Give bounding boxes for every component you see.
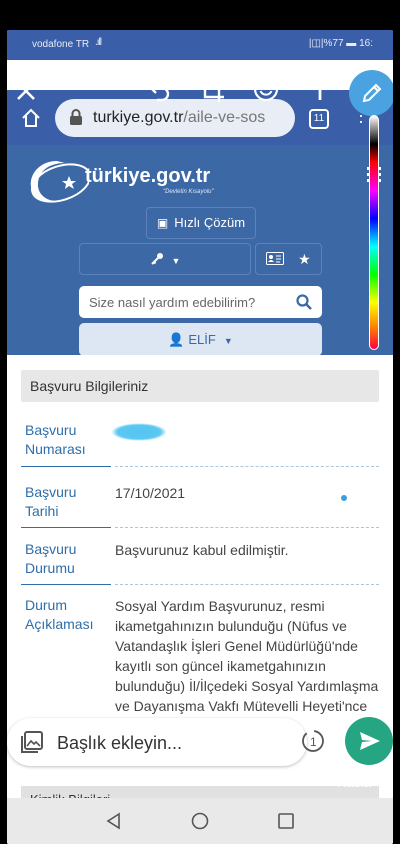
signal-icon: .ıll bbox=[95, 37, 102, 48]
redaction-scribble bbox=[111, 423, 167, 441]
chevron-right-icon: › bbox=[329, 775, 334, 790]
detail-value: 17/10/2021 bbox=[115, 483, 379, 528]
recents-icon[interactable] bbox=[277, 812, 295, 830]
caption-bar: 1 bbox=[7, 718, 324, 766]
login-dropdown[interactable]: ▼ bbox=[79, 243, 251, 275]
logo-crescent-icon bbox=[30, 161, 89, 203]
logo-tagline: "Devletin Kısayolu" bbox=[163, 189, 214, 195]
status-right: |◫|%77 ▬ 16: bbox=[308, 38, 373, 49]
image-editor-toolbar bbox=[7, 60, 393, 120]
key-icon bbox=[150, 253, 163, 265]
carrier-name: vodafone TR bbox=[32, 39, 90, 50]
chevron-down-icon: ▼ bbox=[171, 256, 181, 266]
recipient-name: Rabia bbox=[336, 775, 371, 790]
quick-solution-button[interactable]: ▣ Hızlı Çözüm bbox=[146, 207, 256, 239]
logo-text: türkiye.gov.tr bbox=[85, 165, 211, 187]
detail-row: Başvuru Durumu Başvurunuz kabul edilmişt… bbox=[21, 540, 379, 585]
site-search bbox=[79, 286, 322, 318]
undo-icon[interactable] bbox=[148, 78, 172, 102]
back-icon[interactable] bbox=[105, 812, 123, 830]
gallery-icon[interactable] bbox=[21, 731, 43, 753]
id-favorites-box[interactable]: ★ bbox=[255, 243, 322, 275]
pen-dot bbox=[341, 495, 347, 501]
caption-input[interactable] bbox=[57, 730, 247, 756]
android-nav-bar bbox=[7, 798, 393, 844]
pen-tool-button[interactable] bbox=[349, 70, 393, 116]
star-icon[interactable]: ★ bbox=[298, 251, 311, 267]
detail-value: Başvurunuz kabul edilmiştir. bbox=[115, 540, 379, 585]
detail-row: Başvuru Numarası bbox=[21, 421, 379, 467]
turkiye-logo[interactable]: türkiye.gov.tr "Devletin Kısayolu" bbox=[27, 155, 237, 211]
id-card-icon[interactable] bbox=[266, 252, 285, 265]
text-icon[interactable] bbox=[309, 76, 331, 102]
detail-row: Başvuru Tarihi 17/10/2021 bbox=[21, 483, 379, 528]
chat-icon: ▣ bbox=[156, 216, 169, 230]
status-bar: vodafone TR .ıll |◫|%77 ▬ 16: bbox=[7, 30, 393, 60]
search-icon[interactable] bbox=[296, 294, 312, 310]
search-input[interactable] bbox=[89, 292, 289, 312]
send-icon bbox=[360, 732, 380, 750]
section-heading: Başvuru Bilgileriniz bbox=[21, 370, 379, 402]
view-once-number: 1 bbox=[310, 735, 317, 749]
user-icon: 👤 bbox=[168, 332, 185, 347]
chevron-down-icon: ▼ bbox=[223, 336, 233, 346]
quick-solution-label: Hızlı Çözüm bbox=[174, 215, 246, 230]
site-header: türkiye.gov.tr "Devletin Kısayolu" ▣ Hızl… bbox=[7, 145, 393, 356]
phone-screen: vodafone TR .ıll |◫|%77 ▬ 16: turkiye.go… bbox=[7, 30, 393, 844]
close-icon[interactable] bbox=[15, 80, 37, 102]
home-nav-icon[interactable] bbox=[191, 812, 209, 830]
detail-label: Başvuru Tarihi bbox=[21, 483, 111, 528]
detail-label: Başvuru Durumu bbox=[21, 540, 111, 585]
recipient-label[interactable]: › Rabia bbox=[329, 775, 371, 790]
detail-label: Başvuru Numarası bbox=[21, 421, 111, 467]
user-menu-button[interactable]: 👤 ELİF ▼ bbox=[79, 323, 322, 356]
pen-icon bbox=[362, 83, 382, 103]
emoji-icon[interactable] bbox=[253, 76, 279, 102]
application-details: Başvuru Bilgileriniz Başvuru Numarası Ba… bbox=[7, 355, 393, 844]
user-name: ELİF bbox=[188, 332, 216, 347]
view-once-icon[interactable]: 1 bbox=[301, 729, 325, 753]
crop-rotate-icon[interactable] bbox=[198, 76, 226, 104]
color-picker-slider[interactable] bbox=[369, 115, 379, 350]
send-button[interactable] bbox=[345, 717, 393, 765]
